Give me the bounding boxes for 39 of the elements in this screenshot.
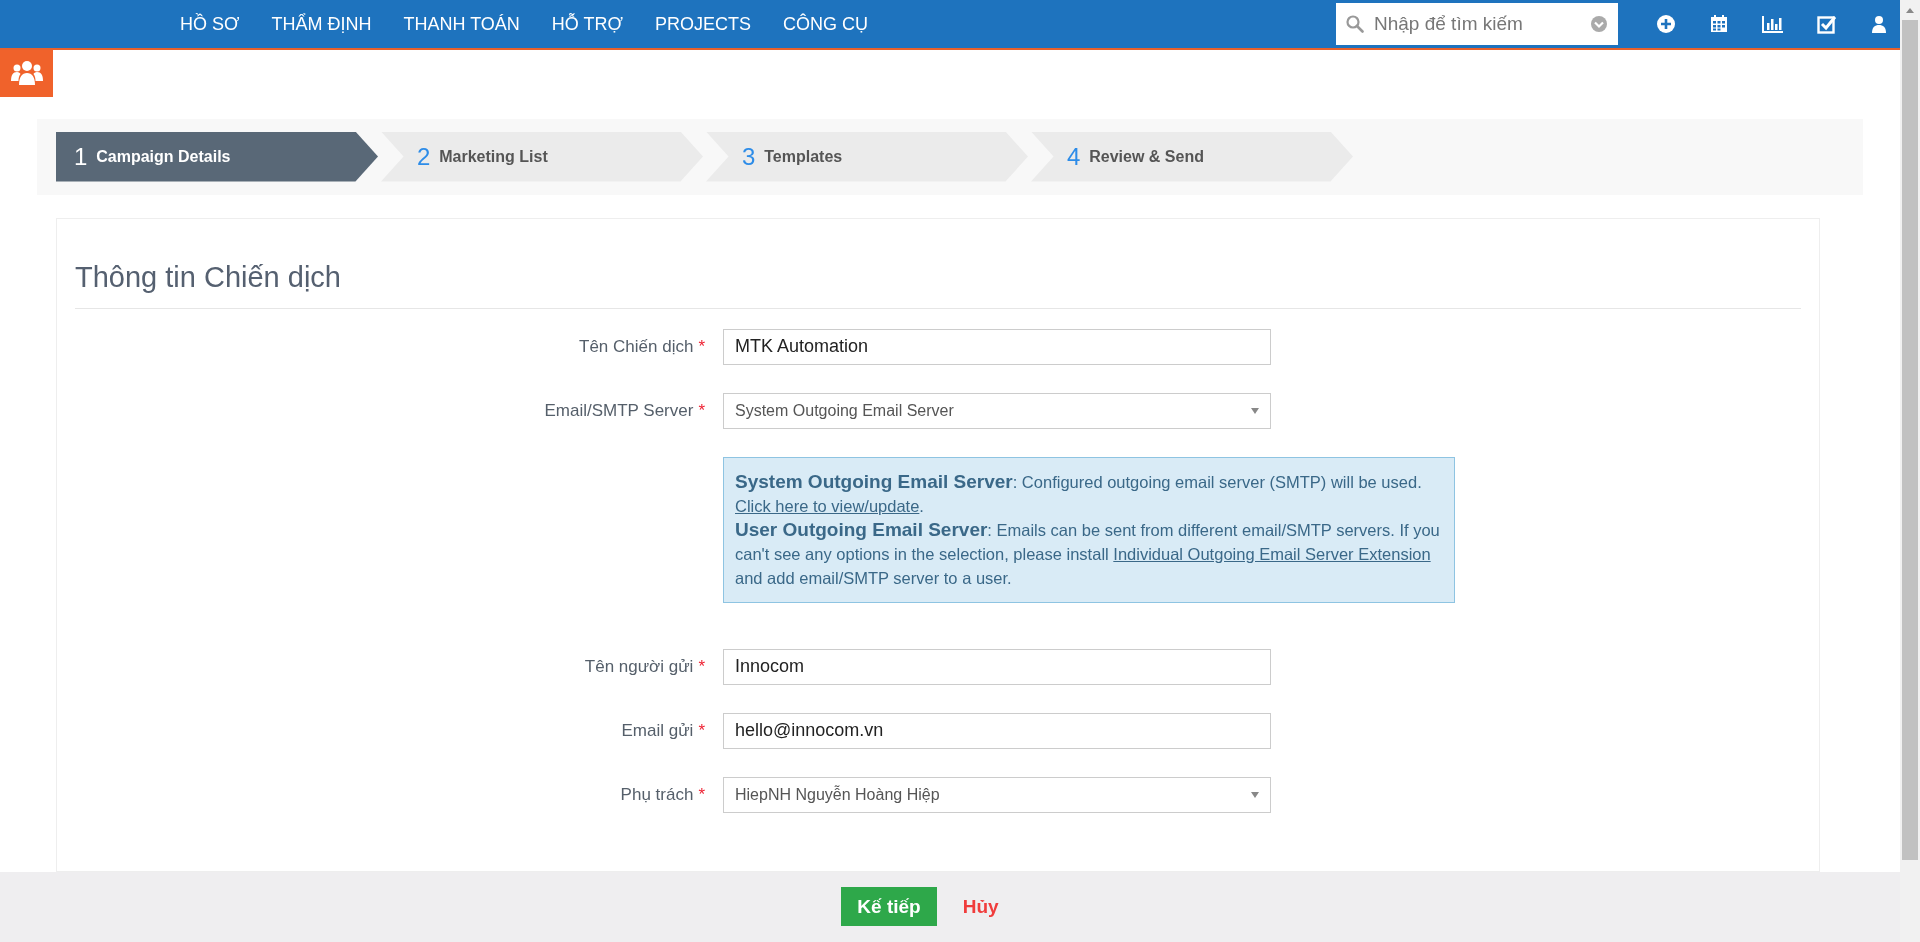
users-icon: [10, 59, 43, 88]
text-field[interactable]: MTK Automation: [723, 328, 1271, 365]
add-icon[interactable]: [1656, 14, 1676, 35]
wizard-step[interactable]: 2 Marketing List: [381, 131, 703, 182]
scrollbar[interactable]: [1900, 0, 1920, 942]
scrollbar-thumb[interactable]: [1902, 20, 1918, 860]
info-link[interactable]: Individual Outgoing Email Server Extension: [1113, 544, 1431, 563]
text-field[interactable]: Innocom: [723, 648, 1271, 685]
scroll-up-icon[interactable]: [1905, 6, 1915, 14]
wizard-step[interactable]: 1 Campaign Details: [56, 131, 378, 182]
nav-menu-item[interactable]: THANH TOÁN: [403, 13, 520, 35]
nav-menu-item[interactable]: PROJECTS: [654, 13, 751, 35]
module-tile[interactable]: [0, 50, 53, 97]
select-field[interactable]: HiepNH Nguyễn Hoàng Hiệp: [723, 776, 1271, 813]
nav-menu-item[interactable]: HỒ SƠ: [180, 13, 240, 35]
section-title: Thông tin Chiến dịch: [75, 260, 1801, 309]
field-label: Tên Chiến dịch *: [578, 336, 706, 357]
info-link[interactable]: Click here to view/update: [735, 496, 920, 515]
search-icon: [1346, 15, 1364, 34]
nav-menu-item[interactable]: HỖ TRỢ: [551, 13, 623, 35]
cancel-link[interactable]: Hủy: [962, 895, 999, 918]
field-label: Tên người gửi *: [583, 656, 706, 677]
info-text: System Outgoing Email Server: Configured outgoing email server (SMTP) will be used. Click here to view/update.: [735, 469, 1423, 517]
nav-menu-item[interactable]: CÔNG CỤ: [782, 13, 868, 35]
nav-menu-item[interactable]: THẨM ĐỊNH: [271, 13, 372, 35]
info-text: User Outgoing Email Server: Emails can be sent from different email/SMTP servers. If you can't see any options in the selection, please install Individual Outgoing Email Server Extension and add email/SMTP server to a user.: [735, 517, 1441, 589]
next-button[interactable]: Kế tiếp: [841, 887, 937, 927]
wizard-step[interactable]: 3 Templates: [706, 131, 1028, 182]
wizard-step[interactable]: 4 Review & Send: [1031, 131, 1353, 182]
user-icon[interactable]: [1870, 15, 1888, 34]
bar-chart-icon[interactable]: [1762, 15, 1784, 34]
calendar-icon[interactable]: [1709, 14, 1729, 35]
search-field[interactable]: Nhập để tìm kiếm: [1336, 3, 1618, 46]
field-label: Phụ trách *: [619, 784, 706, 805]
field-label: Email/SMTP Server *: [543, 400, 706, 421]
checkbox-icon[interactable]: [1817, 14, 1837, 35]
text-field[interactable]: hello@innocom.vn: [723, 712, 1271, 749]
select-field[interactable]: System Outgoing Email Server: [723, 392, 1271, 429]
field-label: Email gửi *: [620, 720, 706, 741]
